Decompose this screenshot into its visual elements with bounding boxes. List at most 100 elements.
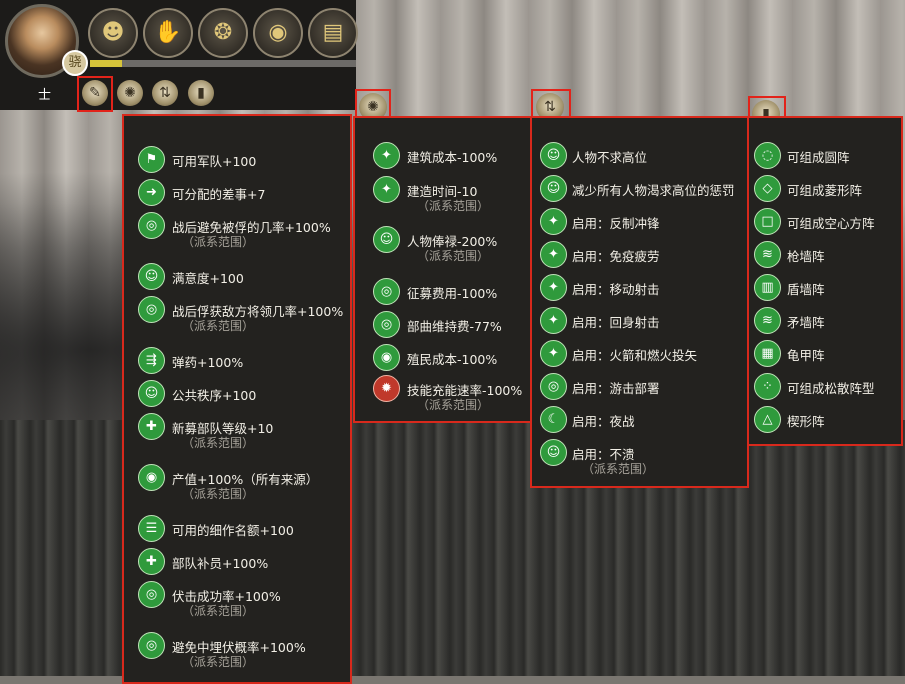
effect-text: 征募费用-100% — [407, 286, 498, 301]
effect-icon: ◎ — [138, 581, 165, 608]
progress-bar — [90, 60, 356, 67]
effect-row: ✦ 启用：火箭和燃火投矢 — [532, 340, 747, 370]
arrows-tab-icon[interactable]: ⇅ — [152, 80, 178, 106]
effect-text: 枪墙阵 — [787, 249, 825, 264]
effect-text: 弹药+100% — [172, 355, 244, 370]
effect-icon: ◉ — [138, 464, 165, 491]
effect-row: ◎ 战后俘获敌方将领几率+100% （派系范围） — [124, 296, 350, 333]
effect-icon: ☺ — [540, 142, 567, 169]
effect-icon: ☺ — [540, 175, 567, 202]
burst-tab-icon[interactable]: ✺ — [117, 80, 143, 106]
effect-icon: ✦ — [373, 176, 400, 203]
formations-panel: ◌ 可组成圆阵 ◇ 可组成菱形阵 □ 可组成空心方阵 ≋ 枪墙阵 ▥ 盾墙阵 ≋ 矛墙阵 ▦ 龟甲阵 ⁘ 可组… — [747, 116, 903, 446]
effect-icon: ◎ — [540, 373, 567, 400]
effect-text: 建筑成本-100% — [407, 150, 498, 165]
effect-icon: △ — [754, 406, 781, 433]
effect-row: ☾ 启用：夜战 — [532, 406, 747, 436]
abilities-effects-panel: ☺ 人物不求高位 ☺ 减少所有人物渴求高位的惩罚 ✦ 启用：反制冲锋 ✦ 启用：免疫疲劳 ✦ 启用… — [530, 116, 749, 488]
effect-row: ✦ 启用：回身射击 — [532, 307, 747, 337]
effect-row: ➜ 可分配的差事+7 — [124, 179, 350, 209]
effect-row: ☺ 公共秩序+100 — [124, 380, 350, 410]
progress-fill — [90, 60, 122, 67]
effect-row: ◇ 可组成菱形阵 — [749, 175, 901, 205]
effect-row: ◌ 可组成圆阵 — [749, 142, 901, 172]
effect-icon: ⇶ — [138, 347, 165, 374]
effect-row: □ 可组成空心方阵 — [749, 208, 901, 238]
effect-text: 可组成圆阵 — [787, 150, 850, 165]
effect-text: 人物不求高位 — [572, 150, 648, 165]
effect-icon: ➜ — [138, 179, 165, 206]
effect-scope: （派系范围） — [417, 199, 490, 213]
effect-text: 启用：火箭和燃火投矢 — [572, 348, 698, 363]
effect-scope: （派系范围） — [417, 398, 490, 412]
effect-row: ⇶ 弹药+100% — [124, 347, 350, 377]
effect-row: ◎ 启用：游击部署 — [532, 373, 747, 403]
effect-text: 矛墙阵 — [787, 315, 825, 330]
effect-icon: ≋ — [754, 241, 781, 268]
effect-row: ◎ 避免中埋伏概率+100% （派系范围） — [124, 632, 350, 669]
effect-row: ◉ 产值+100%（所有来源） （派系范围） — [124, 464, 350, 501]
effect-row: ✦ 启用：免疫疲劳 — [532, 241, 747, 271]
eye-lock-icon[interactable]: ◉ — [253, 8, 303, 58]
effect-icon: ☰ — [138, 515, 165, 542]
effect-scope: （派系范围） — [182, 655, 255, 669]
effect-text: 盾墙阵 — [787, 282, 825, 297]
effect-text: 部队补员+100% — [172, 556, 269, 571]
military-effects-panel: ⚑ 可用军队+100 ➜ 可分配的差事+7 ◎ 战后避免被俘的几率+100% （派系范围） ☺… — [122, 114, 352, 684]
effect-scope: （派系范围） — [182, 487, 255, 501]
effect-text: 可分配的差事+7 — [172, 187, 266, 202]
effect-row: ☺ 人物俸禄-200% （派系范围） — [355, 226, 532, 263]
effect-row: ◉ 殖民成本-100% — [355, 344, 532, 374]
rank-badge-icon: 骁 — [62, 50, 88, 76]
effect-icon: ◌ — [754, 142, 781, 169]
effect-icon: ✦ — [540, 340, 567, 367]
effect-icon: ◇ — [754, 175, 781, 202]
effect-scope: （派系范围） — [582, 462, 655, 476]
effect-text: 公共秩序+100 — [172, 388, 257, 403]
effect-text: 减少所有人物渴求高位的惩罚 — [572, 183, 735, 198]
effect-icon: ◎ — [138, 632, 165, 659]
effect-icon: ☺ — [540, 439, 567, 466]
effect-row: ✹ 技能充能速率-100% （派系范围） — [355, 375, 532, 412]
handshake-icon[interactable]: ✋ — [143, 8, 193, 58]
effect-icon: ✦ — [540, 274, 567, 301]
effect-icon: ✦ — [373, 142, 400, 169]
effect-text: 可用军队+100 — [172, 154, 257, 169]
effect-row: ▥ 盾墙阵 — [749, 274, 901, 304]
effect-text: 启用：夜战 — [572, 414, 635, 429]
effect-icon: ✚ — [138, 413, 165, 440]
effect-scope: （派系范围） — [182, 319, 255, 333]
effect-text: 可用的细作名额+100 — [172, 523, 294, 538]
people-icon[interactable]: ☻ — [88, 8, 138, 58]
effect-icon: ✦ — [540, 241, 567, 268]
effect-text: 龟甲阵 — [787, 348, 825, 363]
effect-scope: （派系范围） — [182, 604, 255, 618]
character-header: 骁 士 ☻ ✋ ❂ ◉ ▤ — [0, 0, 358, 110]
swirl-icon[interactable]: ❂ — [198, 8, 248, 58]
effect-text: 启用：免疫疲劳 — [572, 249, 660, 264]
effect-row: ▦ 龟甲阵 — [749, 340, 901, 370]
effect-text: 启用：移动射击 — [572, 282, 660, 297]
effect-row: ◎ 战后避免被俘的几率+100% （派系范围） — [124, 212, 350, 249]
effect-row: ≋ 矛墙阵 — [749, 307, 901, 337]
effect-text: 殖民成本-100% — [407, 352, 498, 367]
effect-row: ☺ 减少所有人物渴求高位的惩罚 — [532, 175, 747, 205]
effect-icon: ⁘ — [754, 373, 781, 400]
economy-effects-panel: ✦ 建筑成本-100% ✦ 建造时间-10 （派系范围） ☺ 人物俸禄-200% （派系范围）… — [353, 116, 534, 423]
effect-row: ◎ 部曲维持费-77% — [355, 311, 532, 341]
effect-text: 启用：游击部署 — [572, 381, 660, 396]
effect-icon: ▦ — [754, 340, 781, 367]
quill-tab-highlight — [77, 76, 113, 112]
effect-row: ⚑ 可用军队+100 — [124, 146, 350, 176]
effect-scope: （派系范围） — [182, 235, 255, 249]
effect-text: 可组成菱形阵 — [787, 183, 863, 198]
effect-row: ✚ 部队补员+100% — [124, 548, 350, 578]
rank-label: 士 — [38, 88, 52, 103]
effect-text: 部曲维持费-77% — [407, 319, 502, 334]
effect-row: ◎ 伏击成功率+100% （派系范围） — [124, 581, 350, 618]
effect-row: ☰ 可用的细作名额+100 — [124, 515, 350, 545]
shield-tab-icon[interactable]: ▮ — [188, 80, 214, 106]
effect-row: ◎ 征募费用-100% — [355, 278, 532, 308]
scroll-icon[interactable]: ▤ — [308, 8, 358, 58]
effect-icon: ≋ — [754, 307, 781, 334]
